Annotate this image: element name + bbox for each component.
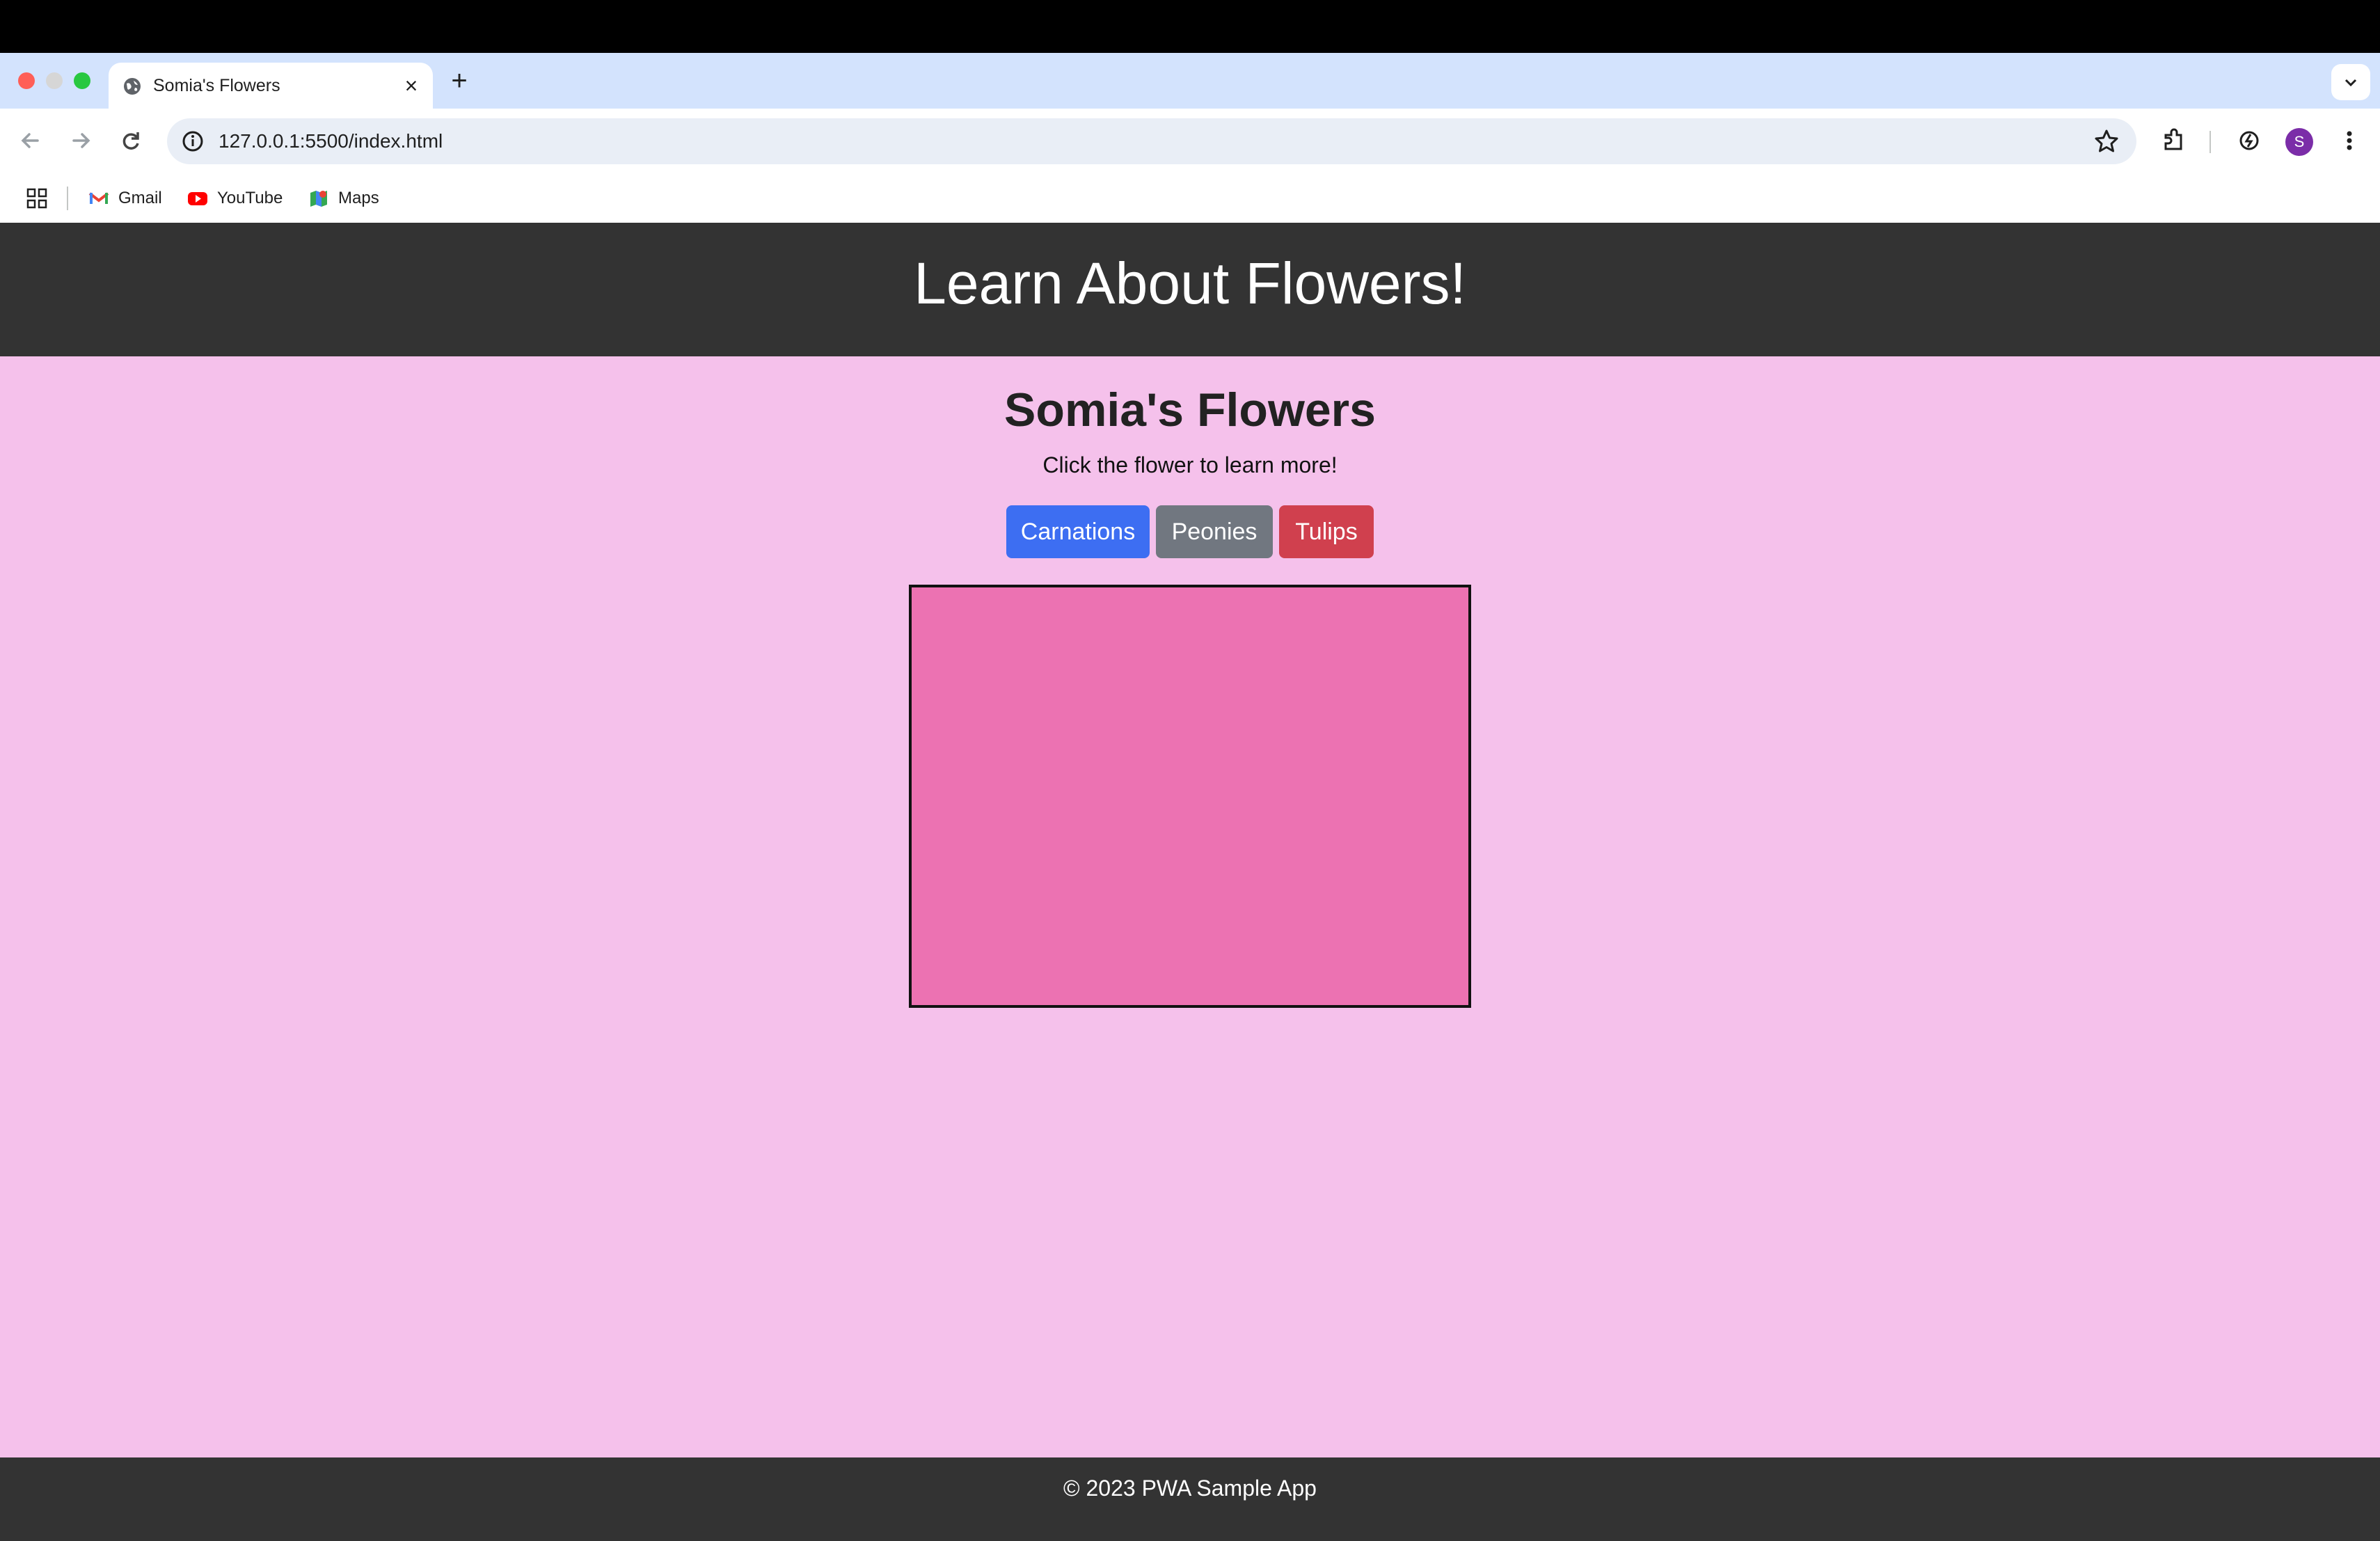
- site-footer: © 2023 PWA Sample App: [0, 1457, 2380, 1541]
- gmail-icon: [88, 192, 109, 204]
- toolbar-divider: [2210, 131, 2211, 153]
- carnations-button[interactable]: Carnations: [1006, 505, 1150, 558]
- page-subtitle: Click the flower to learn more!: [1042, 452, 1338, 477]
- back-arrow-icon[interactable]: [14, 124, 47, 157]
- new-tab-button[interactable]: +: [444, 65, 475, 96]
- window-maximize-button[interactable]: [74, 72, 90, 89]
- bookmark-maps[interactable]: Maps: [308, 184, 379, 213]
- forward-arrow-icon[interactable]: [64, 124, 97, 157]
- footer-text: © 2023 PWA Sample App: [1063, 1476, 1317, 1501]
- tab-search-button[interactable]: [2331, 64, 2370, 100]
- window-minimize-button[interactable]: [46, 72, 63, 89]
- flower-display-box[interactable]: [909, 585, 1471, 1008]
- bookmark-label: Maps: [338, 189, 379, 207]
- bookmark-label: YouTube: [217, 189, 283, 207]
- browser-tab[interactable]: Somia's Flowers ×: [109, 63, 433, 109]
- reload-icon[interactable]: [114, 124, 148, 157]
- window-close-button[interactable]: [18, 72, 35, 89]
- os-menu-bar: [0, 0, 2380, 53]
- bookmarks-divider: [67, 187, 68, 210]
- site-header: Learn About Flowers!: [0, 223, 2380, 356]
- kebab-menu-icon[interactable]: [2333, 124, 2366, 157]
- url-text[interactable]: 127.0.0.1:5500/index.html: [219, 118, 443, 164]
- browser-toolbar: 127.0.0.1:5500/index.html S: [0, 109, 2380, 174]
- bookmark-youtube[interactable]: YouTube: [187, 184, 283, 213]
- flower-buttons: Carnations Peonies Tulips: [0, 505, 2380, 558]
- maps-icon: [310, 191, 327, 207]
- chevron-down-icon: [2345, 79, 2357, 87]
- apps-grid-icon[interactable]: [25, 187, 49, 210]
- page-title: Somia's Flowers: [1004, 384, 1376, 436]
- tulips-button[interactable]: Tulips: [1279, 505, 1374, 558]
- bookmark-label: Gmail: [118, 189, 162, 207]
- bookmark-star-icon[interactable]: [2093, 128, 2120, 155]
- site-info-icon[interactable]: [181, 129, 205, 153]
- close-icon[interactable]: ×: [398, 72, 425, 99]
- bookmarks-bar: Gmail YouTube Maps: [0, 174, 2380, 223]
- address-bar[interactable]: 127.0.0.1:5500/index.html: [167, 118, 2136, 164]
- performance-icon[interactable]: [2232, 124, 2266, 157]
- bookmark-gmail[interactable]: Gmail: [88, 184, 162, 213]
- header-title: Learn About Flowers!: [914, 251, 1466, 316]
- profile-avatar[interactable]: S: [2285, 128, 2313, 156]
- peonies-button[interactable]: Peonies: [1156, 505, 1273, 558]
- extensions-icon[interactable]: [2157, 124, 2191, 157]
- youtube-icon: [188, 192, 207, 205]
- globe-icon: [124, 78, 141, 95]
- tab-title: Somia's Flowers: [153, 76, 280, 95]
- web-page: Learn About Flowers! Somia's Flowers Cli…: [0, 223, 2380, 1541]
